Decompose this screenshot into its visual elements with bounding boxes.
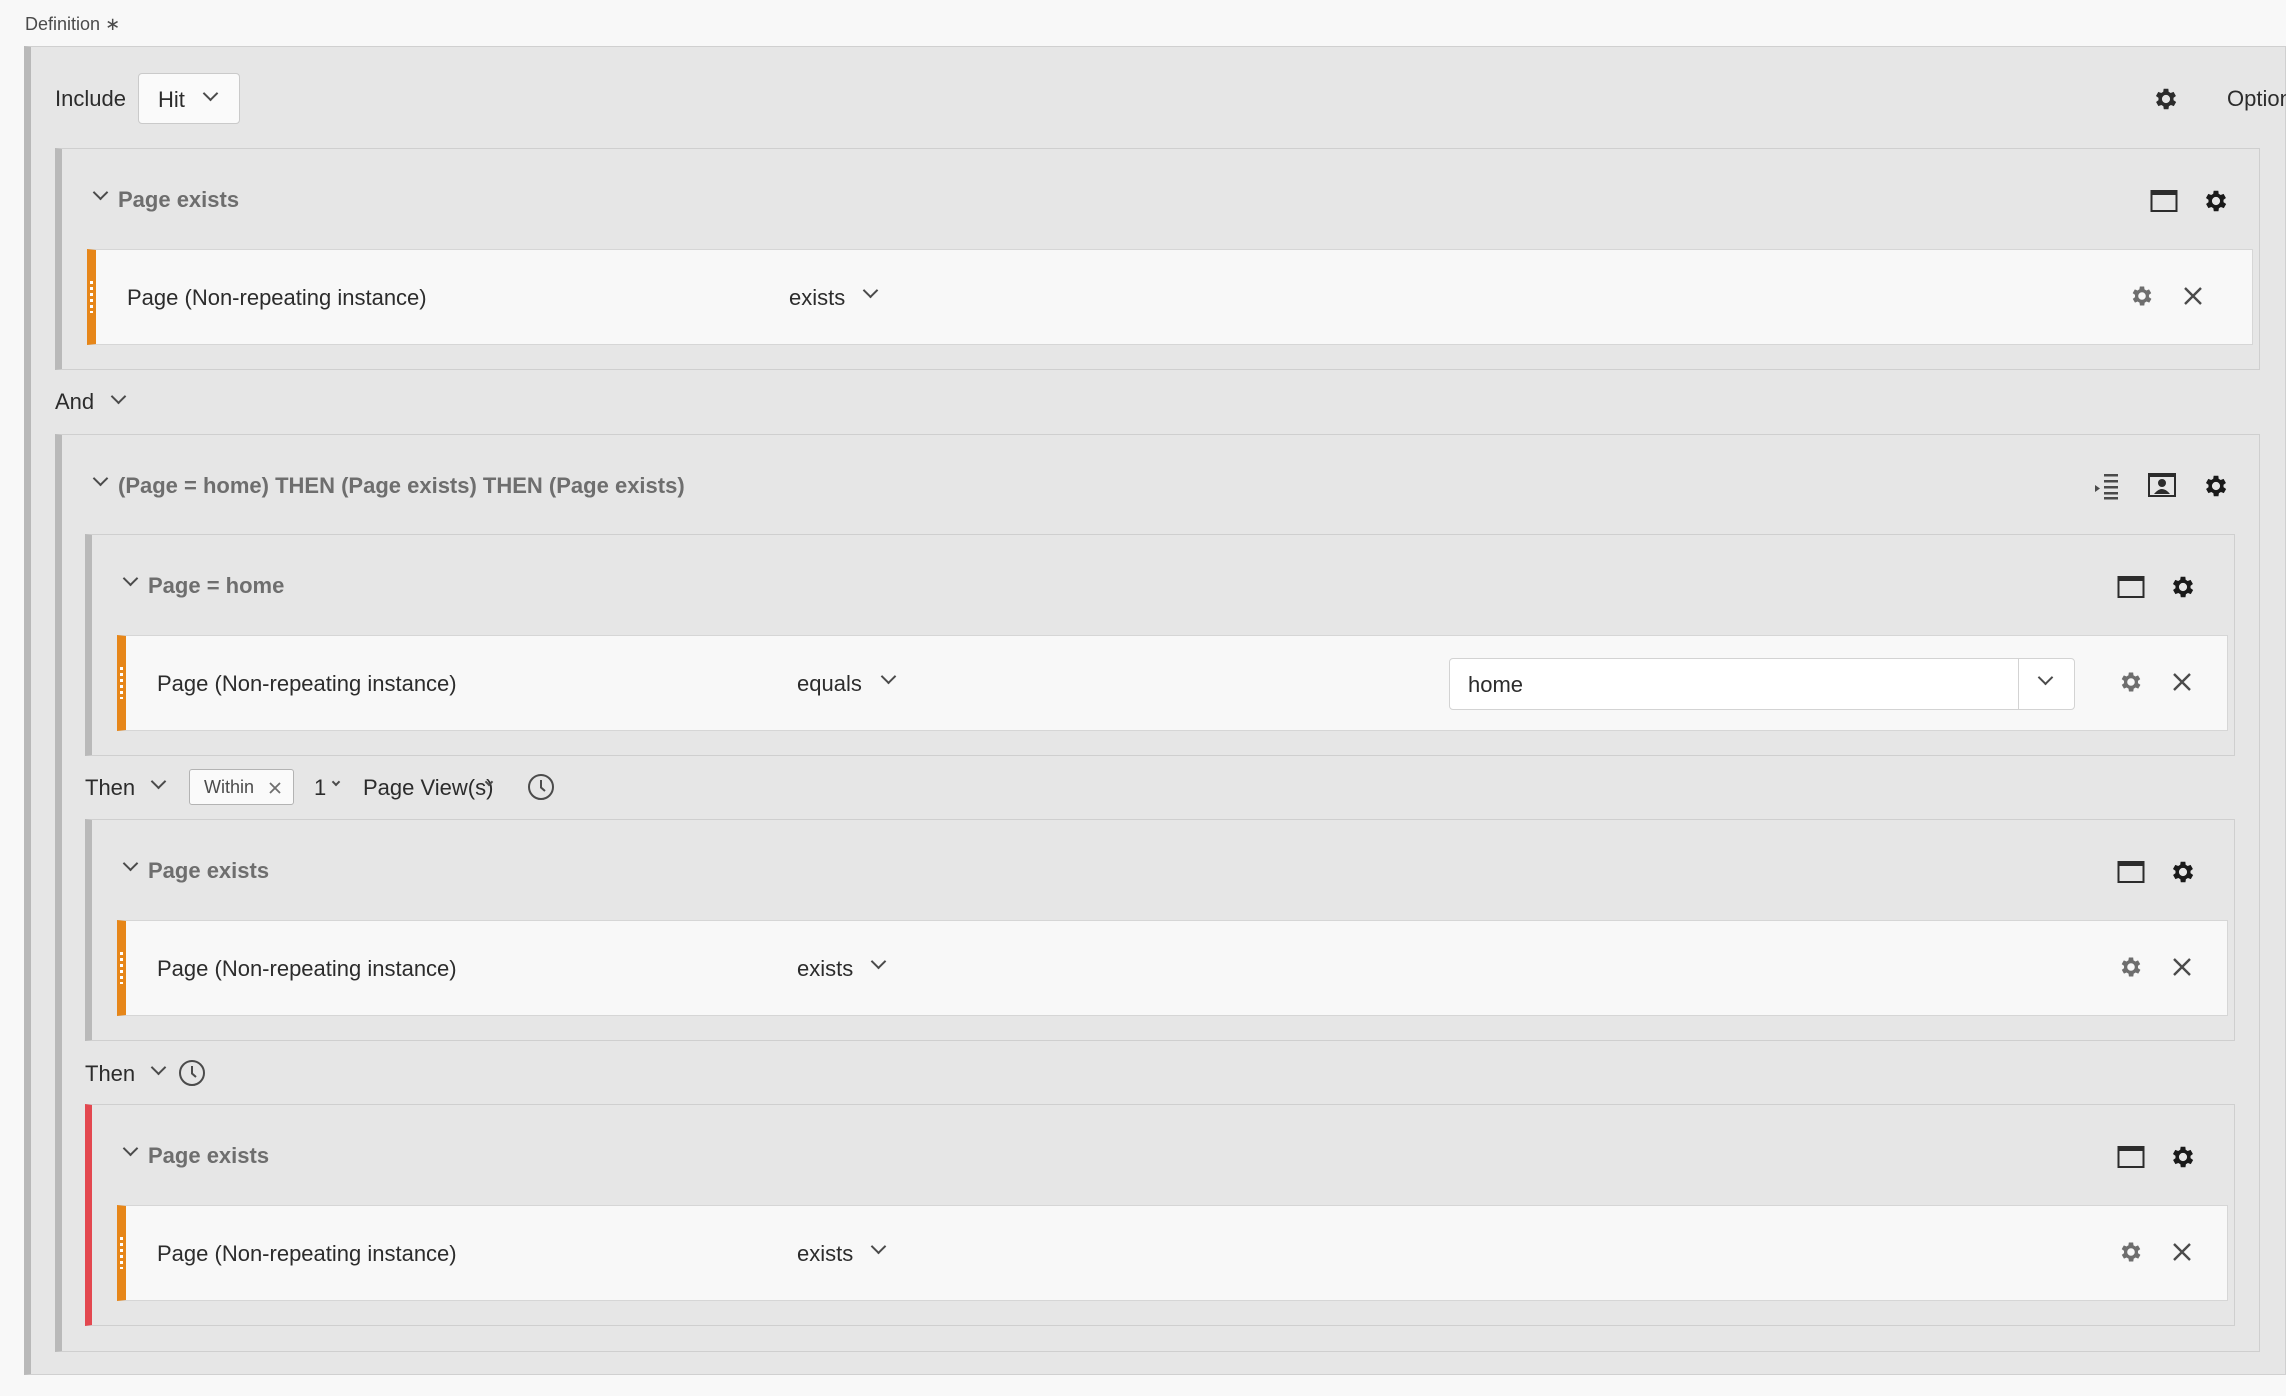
visitor-icon[interactable] xyxy=(2147,472,2177,500)
drag-handle[interactable] xyxy=(120,667,123,699)
definition-label: Definition ∗ xyxy=(25,14,120,35)
gear-icon[interactable] xyxy=(2202,187,2230,215)
gear-icon[interactable] xyxy=(2118,1239,2144,1265)
chevron-down-icon xyxy=(150,1059,167,1076)
chevron-down-icon xyxy=(110,388,127,405)
chevron-down-icon xyxy=(202,85,219,102)
operator-select[interactable]: exists xyxy=(797,949,897,985)
chevron-down-icon xyxy=(331,777,341,787)
drag-handle[interactable] xyxy=(120,952,123,984)
rule-dimension[interactable]: Page (Non-repeating instance) xyxy=(127,285,427,311)
rule-row: Page (Non-repeating instance) exists xyxy=(117,1205,2228,1301)
chevron-down-icon[interactable] xyxy=(122,1140,139,1157)
step-title: Page exists xyxy=(148,1143,270,1168)
sequence-title: (Page = home) THEN (Page exists) THEN (P… xyxy=(118,473,685,498)
window-icon[interactable] xyxy=(2150,189,2178,213)
definition-label-text: Definition xyxy=(25,14,101,34)
gear-icon[interactable] xyxy=(2169,858,2197,886)
close-icon[interactable] xyxy=(268,781,282,795)
step-page-equals-home: Page = home Page (Non-repeating instance… xyxy=(85,534,2235,756)
step-page-exists-final: Page exists Page (Non-repeating instance… xyxy=(85,1104,2235,1326)
combobox-divider xyxy=(2018,659,2019,709)
close-icon[interactable] xyxy=(2172,672,2192,692)
chevron-down-icon xyxy=(870,1238,887,1255)
then-label: Then xyxy=(85,1061,136,1086)
operator-value: equals xyxy=(797,671,862,696)
options-button[interactable]: Options xyxy=(2152,84,2286,114)
step-title: Page exists xyxy=(148,858,270,883)
operator-value: exists xyxy=(797,956,854,981)
drag-handle[interactable] xyxy=(90,281,93,313)
gear-icon[interactable] xyxy=(2169,1143,2197,1171)
gear-icon[interactable] xyxy=(2169,573,2197,601)
clock-icon[interactable] xyxy=(527,773,555,801)
chevron-down-icon[interactable] xyxy=(92,184,109,201)
rule-row: Page (Non-repeating instance) equals hom… xyxy=(117,635,2228,731)
container-title: Page exists xyxy=(118,187,240,212)
chevron-down-icon xyxy=(150,773,167,790)
operator-value: exists xyxy=(797,1241,854,1266)
within-tag: Within xyxy=(189,769,294,805)
chevron-down-icon xyxy=(870,953,887,970)
window-icon[interactable] xyxy=(2117,575,2145,599)
within-tag-label: Within xyxy=(204,777,255,797)
gear-icon[interactable] xyxy=(2118,954,2144,980)
operator-select[interactable]: exists xyxy=(797,1234,897,1270)
operator-select[interactable]: equals xyxy=(797,664,907,700)
include-label: Include xyxy=(55,86,126,111)
logic-operator-value: And xyxy=(55,389,95,414)
then-label: Then xyxy=(85,775,136,800)
chevron-down-icon[interactable] xyxy=(2037,669,2054,686)
chevron-down-icon[interactable] xyxy=(122,570,139,587)
then-operator-select[interactable]: Then xyxy=(85,772,175,804)
container-page-exists: Page exists Page (Non-repeating instance… xyxy=(55,148,2260,370)
step-title: Page = home xyxy=(148,573,285,598)
rule-row: Page (Non-repeating instance) exists xyxy=(117,920,2228,1016)
rule-row: Page (Non-repeating instance) exists xyxy=(87,249,2253,345)
clock-icon[interactable] xyxy=(178,1059,206,1087)
sequence-list-icon[interactable] xyxy=(2092,471,2122,501)
within-unit-select[interactable]: Page View(s) xyxy=(362,772,502,802)
within-unit-value: Page View(s) xyxy=(363,775,494,800)
options-label: Options xyxy=(2227,86,2286,111)
gear-icon[interactable] xyxy=(2129,283,2155,309)
close-icon[interactable] xyxy=(2172,1242,2192,1262)
value-input-text[interactable]: home xyxy=(1468,672,1523,698)
chevron-down-icon[interactable] xyxy=(122,855,139,872)
chevron-down-icon xyxy=(862,282,879,299)
within-count-select[interactable]: 1 xyxy=(313,772,349,802)
scope-select[interactable]: Hit xyxy=(138,73,240,124)
within-count-value: 1 xyxy=(314,775,327,800)
rule-dimension[interactable]: Page (Non-repeating instance) xyxy=(157,956,457,982)
rule-dimension[interactable]: Page (Non-repeating instance) xyxy=(157,1241,457,1267)
logic-operator-select[interactable]: And xyxy=(55,388,135,419)
gear-icon[interactable] xyxy=(2202,472,2230,500)
step-page-exists: Page exists Page (Non-repeating instance… xyxy=(85,819,2235,1041)
rule-dimension[interactable]: Page (Non-repeating instance) xyxy=(157,671,457,697)
chevron-down-icon xyxy=(880,668,897,685)
scope-value: Hit xyxy=(158,87,185,112)
close-icon[interactable] xyxy=(2183,286,2203,306)
gear-icon[interactable] xyxy=(2118,669,2144,695)
window-icon[interactable] xyxy=(2117,1145,2145,1169)
required-mark: ∗ xyxy=(105,14,121,34)
gear-icon xyxy=(2152,85,2180,113)
drag-handle[interactable] xyxy=(120,1237,123,1269)
value-combobox[interactable]: home xyxy=(1449,658,2075,710)
operator-select[interactable]: exists xyxy=(789,278,889,314)
chevron-down-icon[interactable] xyxy=(92,470,109,487)
close-icon[interactable] xyxy=(2172,957,2192,977)
window-icon[interactable] xyxy=(2117,860,2145,884)
then-operator-select[interactable]: Then xyxy=(85,1058,175,1090)
operator-value: exists xyxy=(789,285,846,310)
